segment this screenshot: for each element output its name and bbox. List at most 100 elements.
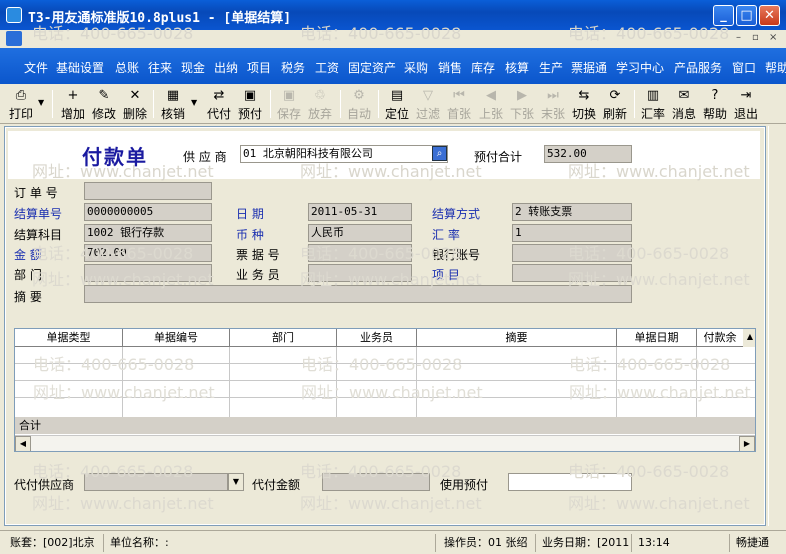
- menu-receivables[interactable]: 往来: [148, 59, 172, 76]
- column-header-bill-date[interactable]: 单据日期: [617, 329, 697, 347]
- menu-project[interactable]: 项目: [247, 59, 271, 76]
- menu-help[interactable]: 帮助: [765, 59, 786, 76]
- next-record-button[interactable]: ▶ 下张: [507, 87, 537, 121]
- verify-dropdown-icon[interactable]: ▼: [191, 98, 197, 107]
- add-button[interactable]: + 增加: [58, 87, 88, 121]
- menu-fixed-assets[interactable]: 固定资产: [348, 59, 396, 76]
- settlement-grid[interactable]: 单据类型 单据编号 部门 业务员 摘要 单据日期 付款余 ▲ 电话：400-66…: [14, 328, 756, 452]
- horizontal-scrollbar[interactable]: ◀ ▶: [15, 435, 755, 451]
- bill-no-field[interactable]: [308, 244, 412, 262]
- table-row[interactable]: [15, 364, 755, 381]
- settle-method-field[interactable]: 2 转账支票: [512, 203, 632, 221]
- scroll-left-icon[interactable]: ◀: [15, 436, 31, 451]
- exit-label: 退出: [733, 107, 758, 121]
- rate-label: 汇 率: [432, 228, 460, 242]
- prepay-total-label: 预付合计: [474, 150, 523, 164]
- minimize-button[interactable]: _: [713, 5, 734, 26]
- last-record-button[interactable]: ⏭ 末张: [538, 87, 568, 121]
- first-record-button[interactable]: ⏮ 首张: [444, 87, 474, 121]
- rate-button[interactable]: ▥ 汇率: [638, 87, 668, 121]
- grid-total-label: 合计: [19, 419, 41, 432]
- maximize-button[interactable]: □: [736, 5, 757, 26]
- verify-button[interactable]: ▦ 核销: [158, 87, 188, 121]
- table-row[interactable]: [15, 347, 755, 364]
- mdi-close-button[interactable]: ×: [769, 32, 777, 43]
- prepay-button[interactable]: ▣ 预付: [235, 87, 265, 121]
- salesman-field[interactable]: [308, 264, 412, 282]
- filter-icon: ▽: [423, 88, 433, 103]
- menu-tax[interactable]: 税务: [281, 59, 305, 76]
- agent-pay-button[interactable]: ⇄ 代付: [204, 87, 234, 121]
- table-row[interactable]: [15, 381, 755, 398]
- menu-file[interactable]: 文件: [24, 59, 48, 76]
- menu-sales[interactable]: 销售: [438, 59, 462, 76]
- column-header-pay-balance[interactable]: 付款余: [697, 329, 743, 347]
- menu-inventory[interactable]: 库存: [471, 59, 495, 76]
- chevron-down-icon[interactable]: ▼: [228, 473, 244, 491]
- print-dropdown-icon[interactable]: ▼: [38, 98, 44, 107]
- menu-payroll[interactable]: 工资: [315, 59, 339, 76]
- menu-ledger[interactable]: 总账: [115, 59, 139, 76]
- close-button[interactable]: ✕: [759, 5, 780, 26]
- column-header-bill-no[interactable]: 单据编号: [123, 329, 230, 347]
- discard-button[interactable]: ♲ 放弃: [305, 87, 335, 121]
- grid-column-line: [229, 347, 230, 417]
- locate-button[interactable]: ▤ 定位: [382, 87, 412, 121]
- filter-button[interactable]: ▽ 过滤: [413, 87, 443, 121]
- document-icon: [6, 31, 22, 46]
- menu-window[interactable]: 窗口: [732, 59, 756, 76]
- use-prepay-field[interactable]: [508, 473, 632, 491]
- message-button[interactable]: ✉ 消息: [669, 87, 699, 121]
- print-button[interactable]: ⎙ 打印: [6, 87, 36, 121]
- menu-accounting[interactable]: 核算: [505, 59, 529, 76]
- edit-button[interactable]: ✎ 修改: [89, 87, 119, 121]
- exit-button[interactable]: ⇥ 退出: [731, 87, 761, 121]
- toolbar-separator: [153, 90, 154, 118]
- summary-field[interactable]: [84, 285, 632, 303]
- column-header-salesman[interactable]: 业务员: [337, 329, 417, 347]
- menu-cashier[interactable]: 出纳: [214, 59, 238, 76]
- switch-button[interactable]: ⇆ 切换: [569, 87, 599, 121]
- currency-field[interactable]: 人民币: [308, 224, 412, 242]
- delete-button[interactable]: ✕ 删除: [120, 87, 150, 121]
- date-field[interactable]: 2011-05-31: [308, 203, 412, 221]
- grid-total-row: 合计: [15, 417, 755, 434]
- menu-learning-center[interactable]: 学习中心: [616, 59, 664, 76]
- menu-product-service[interactable]: 产品服务: [674, 59, 722, 76]
- save-button[interactable]: ▣ 保存: [274, 87, 304, 121]
- agent-amount-field[interactable]: [322, 473, 430, 491]
- window-title: T3-用友通标准版10.8plus1 - [单据结算]: [28, 11, 292, 26]
- settle-no-field[interactable]: 0000000005: [84, 203, 212, 221]
- supplier-field[interactable]: 01 北京朝阳科技有限公司: [240, 145, 448, 163]
- menu-production[interactable]: 生产: [539, 59, 563, 76]
- column-header-bill-type[interactable]: 单据类型: [15, 329, 123, 347]
- prev-record-button[interactable]: ◀ 上张: [476, 87, 506, 121]
- search-icon[interactable]: ⌕: [432, 146, 447, 161]
- prepay-label: 预付: [237, 107, 262, 121]
- help-button[interactable]: ? 帮助: [700, 87, 730, 121]
- filter-label: 过滤: [415, 107, 440, 121]
- dept-field[interactable]: [84, 264, 212, 282]
- menu-cash[interactable]: 现金: [181, 59, 205, 76]
- mdi-restore-button[interactable]: ▫: [752, 32, 759, 43]
- column-header-dept[interactable]: 部门: [230, 329, 337, 347]
- settle-subject-field[interactable]: 1002 银行存款: [84, 224, 212, 242]
- amount-field[interactable]: 702.00: [84, 244, 212, 262]
- order-no-field[interactable]: [84, 182, 212, 200]
- table-row[interactable]: [15, 398, 755, 415]
- column-header-summary[interactable]: 摘要: [417, 329, 617, 347]
- menu-purchase[interactable]: 采购: [404, 59, 428, 76]
- menu-bills[interactable]: 票据通: [571, 59, 607, 76]
- agent-supplier-field[interactable]: [84, 473, 228, 491]
- next-icon: ▶: [517, 88, 527, 103]
- scroll-right-icon[interactable]: ▶: [739, 436, 755, 451]
- scroll-up-icon[interactable]: ▲: [743, 329, 755, 347]
- project-field[interactable]: [512, 264, 632, 282]
- auto-button[interactable]: ⚙ 自动: [344, 87, 374, 121]
- mdi-minimize-button[interactable]: –: [736, 32, 741, 43]
- menu-basic-settings[interactable]: 基础设置: [56, 59, 104, 76]
- supplier-label: 供 应 商: [183, 150, 227, 164]
- refresh-button[interactable]: ⟳ 刷新: [600, 87, 630, 121]
- bank-account-field[interactable]: [512, 244, 632, 262]
- rate-field[interactable]: 1: [512, 224, 632, 242]
